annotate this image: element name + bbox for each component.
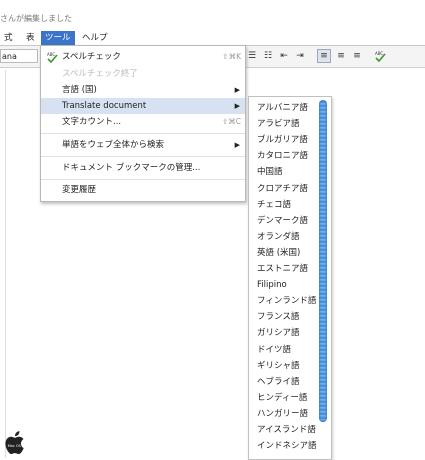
increase-indent-icon[interactable]: ⇥ <box>294 50 306 62</box>
menu-format[interactable]: 式 <box>0 31 17 45</box>
spellcheck-icon[interactable]: ABC <box>374 50 386 63</box>
language-item[interactable]: ブルガリア語 <box>257 132 308 148</box>
language-item[interactable]: アラビア語 <box>257 116 300 132</box>
language-item[interactable]: ヘブライ語 <box>257 374 300 390</box>
menu-item-shortcut: ⇧⌘K <box>222 52 241 61</box>
menu-item-label: Translate document <box>62 101 147 111</box>
align-right-icon[interactable]: ≡ <box>351 50 363 62</box>
language-item[interactable]: デンマーク語 <box>257 213 308 229</box>
language-item[interactable]: クロアチア語 <box>257 181 308 197</box>
font-select[interactable]: ana <box>0 49 38 63</box>
menu-separator <box>41 179 245 180</box>
submenu-scrollbar[interactable] <box>319 100 327 422</box>
submenu-arrow-icon: ▶ <box>234 141 240 149</box>
language-item[interactable]: アイスランド語 <box>257 422 316 438</box>
menu-item-label: スペルチェック終了 <box>62 69 138 79</box>
menu-table[interactable]: 表 <box>22 31 39 45</box>
language-item[interactable]: フィンランド語 <box>257 293 316 309</box>
language-item[interactable]: フランス語 <box>257 309 299 325</box>
menu-item-spellcheck-off: スペルチェック終了 <box>41 66 245 82</box>
language-item[interactable]: カタロニア語 <box>257 148 308 164</box>
align-left-icon[interactable]: ≡ <box>317 49 331 63</box>
svg-text:ABC: ABC <box>375 51 383 56</box>
menu-item-label: 変更履歴 <box>62 185 97 195</box>
logo-text: Mac OS X <box>8 444 25 448</box>
menu-item-label: 単語をウェブ全体から検索 <box>62 140 165 150</box>
apple-logo: Mac OS X <box>2 428 30 456</box>
menu-help[interactable]: ヘルプ <box>78 31 112 45</box>
language-item[interactable]: チェコ語 <box>257 197 291 213</box>
translate-language-submenu: アルバニア語 アラビア語 ブルガリア語 カタロニア語 中国語 クロアチア語 チェコ語 デンマー… <box>248 96 332 460</box>
language-item[interactable]: ヒンディー語 <box>257 390 307 406</box>
menu-tools[interactable]: ツール <box>41 31 75 45</box>
menu-item-translate-document[interactable]: Translate document ▶ <box>41 98 245 114</box>
menu-item-shortcut: ⇧⌘C <box>221 117 241 126</box>
numbered-list-icon[interactable]: ☰ <box>246 50 258 62</box>
menu-item-label: 文字カウント... <box>62 117 122 127</box>
bullet-list-icon[interactable]: ☷ <box>262 50 274 62</box>
language-item[interactable]: オランダ語 <box>257 229 300 245</box>
menu-item-label: ドキュメント ブックマークの管理... <box>62 163 201 173</box>
menu-item-label: 言語 (国) <box>62 85 97 95</box>
language-item[interactable]: ギリシャ語 <box>257 358 300 374</box>
decrease-indent-icon[interactable]: ⇤ <box>278 50 290 62</box>
edit-status-text: さんが編集しました <box>0 14 72 23</box>
menu-separator <box>41 133 245 134</box>
language-item[interactable]: ガリシア語 <box>257 325 300 341</box>
menu-item-web-search[interactable]: 単語をウェブ全体から検索 ▶ <box>41 137 245 153</box>
tools-menu: ABC スペルチェック ⇧⌘K スペルチェック終了 言語 (国) ▶ Trans… <box>40 45 246 202</box>
language-item[interactable]: ハンガリー語 <box>257 406 308 422</box>
language-item[interactable]: インドネシア語 <box>257 438 317 454</box>
language-item[interactable]: 英語 (米国) <box>257 245 300 261</box>
submenu-arrow-icon: ▶ <box>234 102 240 110</box>
menu-item-spellcheck[interactable]: ABC スペルチェック ⇧⌘K <box>41 49 245 65</box>
submenu-arrow-icon: ▶ <box>234 86 240 94</box>
menu-item-bookmarks[interactable]: ドキュメント ブックマークの管理... <box>41 160 245 176</box>
language-item[interactable]: エストニア語 <box>257 261 308 277</box>
menu-item-language[interactable]: 言語 (国) ▶ <box>41 82 245 98</box>
language-item[interactable]: ドイツ語 <box>257 342 291 358</box>
menu-item-word-count[interactable]: 文字カウント... ⇧⌘C <box>41 114 245 130</box>
menu-item-label: スペルチェック <box>62 52 121 62</box>
menu-bar: 式 表 ツール ヘルプ <box>0 31 425 46</box>
menu-item-revision-history[interactable]: 変更履歴 <box>41 182 245 198</box>
language-item[interactable]: 中国語 <box>257 164 283 180</box>
svg-text:ABC: ABC <box>47 52 55 57</box>
language-item[interactable]: アルバニア語 <box>257 100 308 116</box>
menu-separator <box>41 156 245 157</box>
language-item[interactable]: Filipino <box>257 277 287 293</box>
spellcheck-icon: ABC <box>46 51 58 64</box>
align-center-icon[interactable]: ≡ <box>335 50 347 62</box>
